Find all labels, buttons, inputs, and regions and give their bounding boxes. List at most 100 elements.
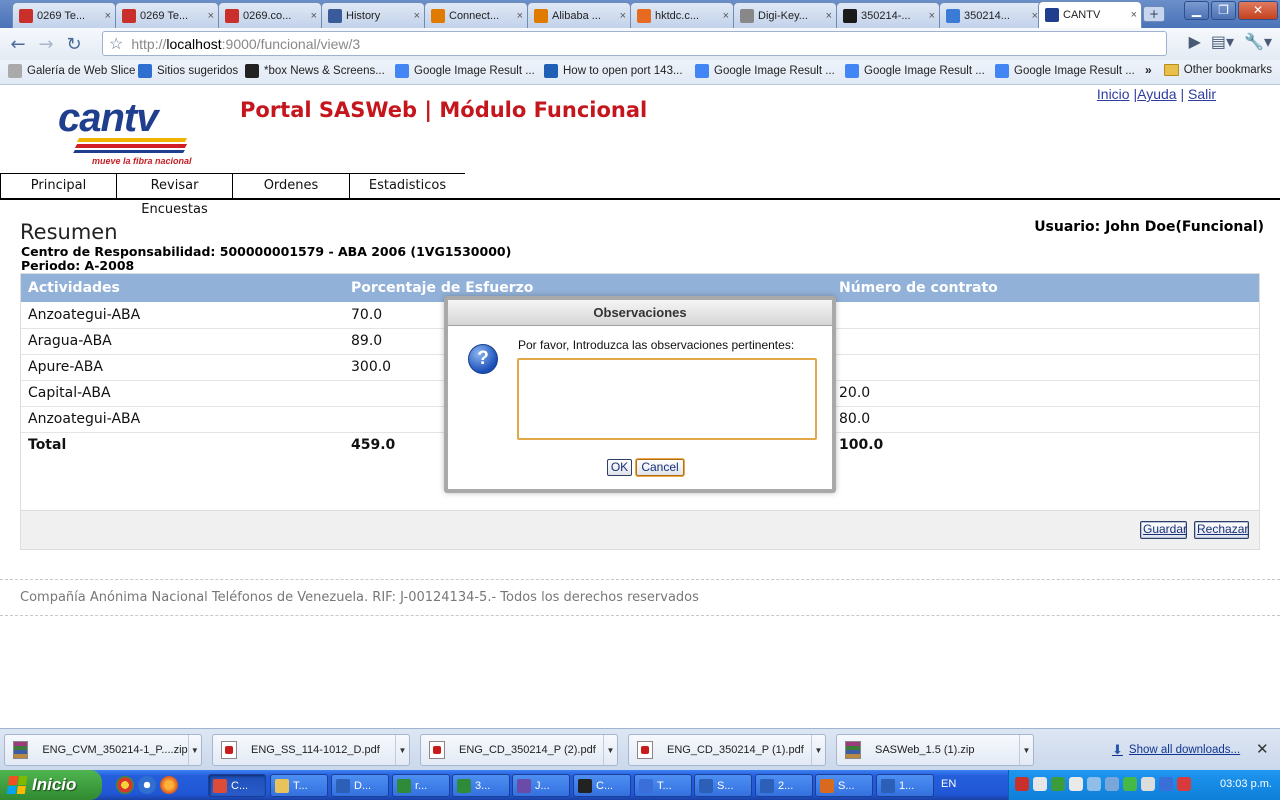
antivirus-tray-icon[interactable] [1177, 777, 1191, 791]
shield-tray-icon[interactable] [1051, 777, 1065, 791]
pdf-tray-icon[interactable] [1015, 777, 1029, 791]
language-indicator[interactable]: EN [941, 778, 956, 790]
taskbar-button[interactable]: 3... [452, 774, 510, 797]
close-tab-icon[interactable]: × [517, 10, 523, 22]
taskbar-button[interactable]: C... [208, 774, 266, 797]
search-tray-icon[interactable] [1087, 777, 1101, 791]
bookmark-item[interactable]: Google Image Result ... [695, 64, 835, 78]
firefox-quicklaunch-icon[interactable] [160, 776, 178, 794]
app-icon [275, 778, 289, 793]
browser-tab[interactable]: 350214-... × [836, 2, 940, 28]
browser-tab[interactable]: 0269 Te... × [115, 2, 219, 28]
other-bookmarks-button[interactable]: Other bookmarks [1163, 64, 1272, 76]
observaciones-input[interactable] [517, 358, 817, 440]
browser-tab[interactable]: Alibaba ... × [527, 2, 631, 28]
volume-tray-icon[interactable] [1069, 777, 1083, 791]
taskbar-button[interactable]: 1... [876, 774, 934, 797]
reload-button[interactable]: ↻ [62, 32, 86, 56]
tab-label: hktdc.c... [655, 9, 700, 22]
cancel-button[interactable]: Cancel [636, 459, 684, 476]
browser-tab[interactable]: Digi-Key... × [733, 2, 837, 28]
menu-item-revisar-encuestas[interactable]: Revisar Encuestas [116, 173, 233, 217]
browser-tab[interactable]: 0269 Te... × [12, 2, 116, 28]
close-tab-icon[interactable]: × [1131, 9, 1137, 21]
dropdown-arrow-icon[interactable]: ▼ [1019, 735, 1033, 765]
close-tab-icon[interactable]: × [723, 10, 729, 22]
taskbar-button[interactable]: r... [392, 774, 450, 797]
browser-tab[interactable]: hktdc.c... × [630, 2, 734, 28]
download-item[interactable]: SASWeb_1.5 (1).zip ▼ [836, 734, 1034, 766]
ie-quicklaunch-icon[interactable] [138, 776, 156, 794]
chart-icon [637, 8, 651, 23]
taskbar-button[interactable]: D... [331, 774, 389, 797]
close-downloads-button[interactable]: ✕ [1256, 740, 1269, 758]
printer-tray-icon[interactable] [1141, 777, 1155, 791]
new-tab-button[interactable]: + [1143, 6, 1165, 22]
menu-item-estadisticos[interactable]: Estadisticos [349, 173, 465, 199]
browser-tab[interactable]: Connect... × [424, 2, 528, 28]
taskbar-button[interactable]: T... [270, 774, 328, 797]
bookmark-item[interactable]: Google Image Result ... [395, 64, 535, 78]
ok-button[interactable]: OK [607, 459, 632, 476]
browser-tab[interactable]: 350214... × [939, 2, 1043, 28]
app-tray-icon[interactable] [1159, 777, 1173, 791]
bookmark-item[interactable]: How to open port 143... [544, 64, 683, 78]
zip-file-icon [13, 741, 29, 759]
menu-item-ordenes[interactable]: Ordenes [232, 173, 350, 199]
guardar-button[interactable]: Guardar [1140, 521, 1187, 539]
bookmark-item[interactable]: Google Image Result ... [845, 64, 985, 78]
browser-tab[interactable]: 0269.co... × [218, 2, 322, 28]
cell-contrato [832, 328, 1259, 355]
bookmark-item[interactable]: Google Image Result ... [995, 64, 1135, 78]
close-tab-icon[interactable]: × [105, 10, 111, 22]
monitor-tray-icon[interactable] [1105, 777, 1119, 791]
close-tab-icon[interactable]: × [414, 10, 420, 22]
browser-tab[interactable]: CANTV × [1038, 1, 1142, 28]
taskbar-button[interactable]: 2... [755, 774, 813, 797]
close-window-button[interactable]: ✕ [1238, 1, 1278, 20]
close-tab-icon[interactable]: × [311, 10, 317, 22]
menu-item-principal[interactable]: Principal [0, 173, 117, 199]
go-icon[interactable]: ▶ [1189, 32, 1201, 51]
browser-tab[interactable]: History × [321, 2, 425, 28]
back-button[interactable]: ← [6, 32, 30, 56]
download-item[interactable]: ENG_CD_350214_P (2).pdf ▼ [420, 734, 618, 766]
taskbar-button[interactable]: J... [512, 774, 570, 797]
bookmark-star-icon[interactable]: ☆ [109, 34, 123, 54]
page-menu-icon[interactable]: ▤▾ [1211, 32, 1234, 51]
wifi-tray-icon[interactable] [1123, 777, 1137, 791]
bookmark-item[interactable]: *box News & Screens... [245, 64, 385, 78]
bookmarks-overflow-button[interactable]: » [1145, 63, 1152, 77]
chrome-quicklaunch-icon[interactable] [116, 776, 134, 794]
salir-link[interactable]: Salir [1188, 86, 1216, 102]
close-tab-icon[interactable]: × [208, 10, 214, 22]
download-item[interactable]: ENG_CD_350214_P (1).pdf ▼ [628, 734, 826, 766]
inicio-link[interactable]: Inicio [1097, 86, 1130, 102]
address-bar[interactable]: ☆ http://localhost:9000/funcional/view/3 [102, 31, 1167, 56]
close-tab-icon[interactable]: × [929, 10, 935, 22]
dropdown-arrow-icon[interactable]: ▼ [811, 735, 825, 765]
download-item[interactable]: ENG_CVM_350214-1_P....zip ▼ [4, 734, 202, 766]
taskbar-button[interactable]: S... [694, 774, 752, 797]
dropdown-arrow-icon[interactable]: ▼ [187, 735, 201, 765]
close-tab-icon[interactable]: × [826, 10, 832, 22]
dropdown-arrow-icon[interactable]: ▼ [603, 735, 617, 765]
taskbar-button[interactable]: S... [815, 774, 873, 797]
close-tab-icon[interactable]: × [620, 10, 626, 22]
rechazar-button[interactable]: Rechazar [1194, 521, 1249, 539]
start-button[interactable]: Inicio [0, 770, 102, 800]
bookmark-item[interactable]: Sitios sugeridos [138, 64, 238, 78]
bookmark-item[interactable]: Galería de Web Slice [8, 64, 135, 78]
forward-button[interactable]: → [34, 32, 58, 56]
taskbar-button[interactable]: C... [573, 774, 631, 797]
dropdown-arrow-icon[interactable]: ▼ [395, 735, 409, 765]
wrench-icon[interactable]: 🔧▾ [1244, 32, 1272, 51]
maximize-button[interactable]: ❐ [1211, 1, 1236, 20]
network-tray-icon[interactable] [1033, 777, 1047, 791]
ayuda-link[interactable]: Ayuda [1137, 86, 1176, 102]
cell-actividad: Apure-ABA [21, 354, 344, 381]
download-item[interactable]: ENG_SS_114-1012_D.pdf ▼ [212, 734, 410, 766]
show-all-downloads-link[interactable]: ⬇ Show all downloads... [1112, 742, 1240, 758]
minimize-button[interactable]: ▁ [1184, 1, 1209, 20]
taskbar-button[interactable]: T... [634, 774, 692, 797]
